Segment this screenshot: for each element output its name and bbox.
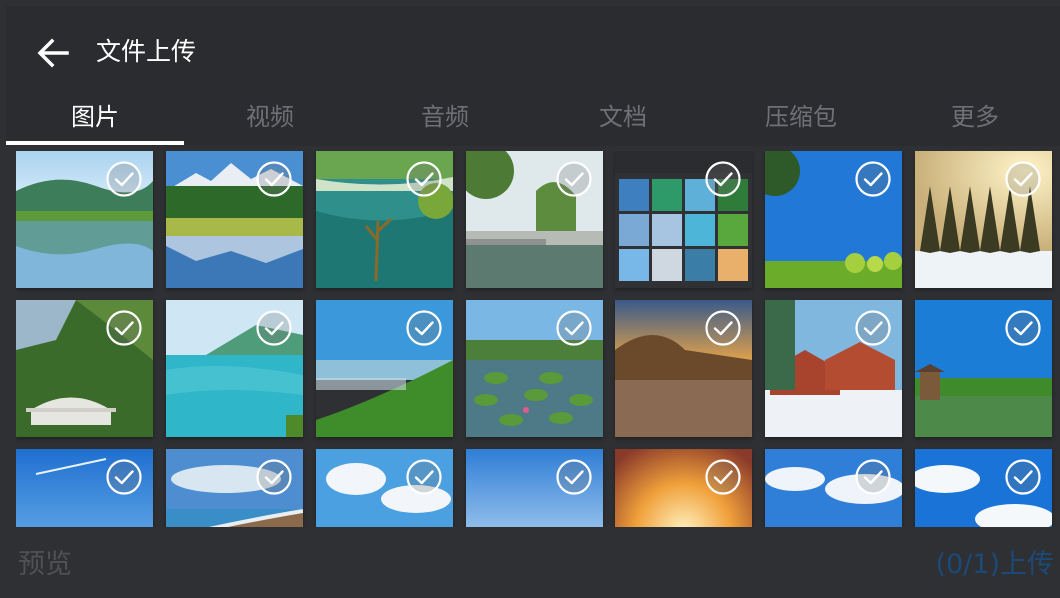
circle-check-icon[interactable] [704,309,742,347]
circle-check-icon[interactable] [555,458,593,496]
image-thumbnail[interactable] [765,151,902,288]
circle-check-icon[interactable] [555,309,593,347]
category-tabs: 图片 视频 音频 文档 压缩包 更多 [6,94,1060,146]
upload-button[interactable]: (0/1)上传 [935,547,1054,583]
image-thumbnail[interactable] [466,449,603,527]
image-thumbnail[interactable] [316,449,453,527]
image-thumbnail[interactable] [316,300,453,437]
image-thumbnail[interactable] [16,151,153,288]
image-thumbnail[interactable] [16,449,153,527]
circle-check-icon[interactable] [105,160,143,198]
image-thumbnail[interactable] [16,300,153,437]
image-thumbnail[interactable] [915,300,1052,437]
image-thumbnail[interactable] [615,151,752,288]
tab-videos[interactable]: 视频 [184,94,356,144]
image-thumbnail[interactable] [915,151,1052,288]
circle-check-icon[interactable] [854,309,892,347]
tab-audio[interactable]: 音频 [356,94,534,144]
circle-check-icon[interactable] [105,458,143,496]
circle-check-icon[interactable] [555,160,593,198]
circle-check-icon[interactable] [255,309,293,347]
circle-check-icon[interactable] [105,309,143,347]
tab-more[interactable]: 更多 [890,94,1060,144]
circle-check-icon[interactable] [854,458,892,496]
circle-check-icon[interactable] [405,309,443,347]
circle-check-icon[interactable] [854,160,892,198]
bottom-action-bar: 预览 (0/1)上传 [0,534,1060,598]
image-thumbnail[interactable] [166,449,303,527]
circle-check-icon[interactable] [1004,160,1042,198]
preview-button[interactable]: 预览 [18,547,72,583]
tab-archives[interactable]: 压缩包 [712,94,890,144]
page-title: 文件上传 [96,37,197,66]
circle-check-icon[interactable] [405,160,443,198]
image-thumbnail[interactable] [765,449,902,527]
image-thumbnail[interactable] [915,449,1052,527]
circle-check-icon[interactable] [255,160,293,198]
tab-images[interactable]: 图片 [6,94,184,144]
image-thumbnail[interactable] [466,151,603,288]
circle-check-icon[interactable] [255,458,293,496]
image-thumbnail[interactable] [166,151,303,288]
image-thumbnail[interactable] [615,300,752,437]
circle-check-icon[interactable] [1004,458,1042,496]
image-thumbnail[interactable] [466,300,603,437]
active-tab-indicator [6,141,184,145]
circle-check-icon[interactable] [405,458,443,496]
image-thumbnail[interactable] [615,449,752,527]
back-arrow-icon[interactable] [36,36,70,70]
image-thumbnail[interactable] [166,300,303,437]
image-grid [16,151,1056,527]
circle-check-icon[interactable] [704,458,742,496]
image-thumbnail[interactable] [765,300,902,437]
circle-check-icon[interactable] [704,160,742,198]
image-thumbnail[interactable] [316,151,453,288]
circle-check-icon[interactable] [1004,309,1042,347]
tab-documents[interactable]: 文档 [534,94,712,144]
